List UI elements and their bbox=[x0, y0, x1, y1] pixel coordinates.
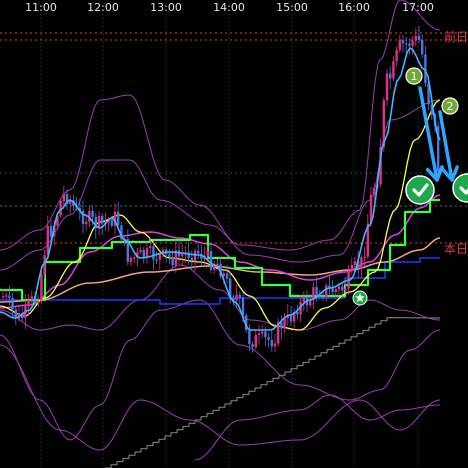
check-marker-icon bbox=[405, 175, 435, 205]
marker-label-2: 2 bbox=[447, 100, 454, 113]
candle bbox=[62, 193, 65, 202]
candle bbox=[401, 40, 405, 44]
candle bbox=[101, 216, 104, 224]
x-tick-label: 13:00 bbox=[150, 1, 182, 14]
candle bbox=[350, 265, 353, 272]
bollinger-band bbox=[0, 299, 441, 441]
candle bbox=[405, 43, 408, 45]
marker-label-1: 1 bbox=[411, 70, 418, 83]
candle bbox=[363, 256, 366, 258]
candle bbox=[337, 286, 341, 290]
candle bbox=[85, 221, 88, 224]
candle bbox=[334, 289, 337, 293]
candle bbox=[142, 249, 145, 258]
candle bbox=[344, 288, 347, 291]
candle bbox=[197, 250, 200, 254]
candle bbox=[414, 35, 417, 41]
candle bbox=[27, 300, 30, 305]
candle bbox=[110, 220, 113, 226]
candle bbox=[421, 40, 424, 55]
today-label: 本日 bbox=[443, 242, 468, 256]
candle bbox=[37, 301, 40, 304]
candle bbox=[257, 333, 261, 336]
candle bbox=[261, 331, 264, 334]
candle bbox=[395, 49, 398, 62]
candle bbox=[117, 211, 120, 226]
x-tick-label: 15:00 bbox=[276, 1, 308, 14]
candle bbox=[11, 297, 14, 310]
candle bbox=[5, 295, 8, 297]
candle bbox=[321, 296, 325, 298]
candle bbox=[385, 73, 389, 101]
candle bbox=[158, 253, 161, 260]
x-tick-label: 17:00 bbox=[402, 1, 434, 14]
candle bbox=[238, 294, 241, 298]
candle bbox=[408, 43, 411, 46]
candle bbox=[91, 210, 94, 217]
candle bbox=[49, 226, 53, 237]
candle bbox=[373, 187, 376, 195]
prev-day-label: 前日 bbox=[443, 30, 468, 44]
candle bbox=[129, 257, 133, 262]
candle bbox=[139, 249, 142, 253]
x-tick-label: 14:00 bbox=[213, 1, 245, 14]
candle bbox=[325, 285, 328, 297]
candle bbox=[417, 35, 421, 41]
chart-panel: 12 11:00 12:00 13:00 14:00 15:00 16:00 1… bbox=[0, 0, 468, 468]
candle bbox=[283, 318, 286, 329]
candle bbox=[273, 343, 277, 347]
bollinger-band bbox=[0, 344, 441, 451]
candle bbox=[225, 273, 229, 279]
candle bbox=[312, 287, 315, 300]
chart-canvas: 12 bbox=[0, 0, 468, 468]
candle bbox=[328, 285, 331, 288]
candle bbox=[190, 258, 193, 262]
candle bbox=[149, 246, 152, 249]
candle bbox=[264, 331, 267, 338]
candle bbox=[1, 296, 5, 298]
candle bbox=[40, 273, 43, 302]
candle bbox=[168, 254, 171, 257]
candle bbox=[209, 251, 213, 270]
x-tick-label: 11:00 bbox=[25, 1, 57, 14]
candle bbox=[216, 263, 219, 266]
candle bbox=[302, 296, 305, 303]
bollinger-band bbox=[194, 394, 441, 461]
candle bbox=[206, 251, 209, 256]
candle bbox=[398, 40, 401, 50]
candle bbox=[248, 330, 251, 345]
x-tick-label: 16:00 bbox=[338, 1, 370, 14]
candle bbox=[171, 256, 174, 266]
candle bbox=[46, 226, 49, 256]
candle bbox=[315, 287, 318, 296]
candle bbox=[341, 286, 344, 291]
candle bbox=[254, 335, 257, 348]
candle bbox=[133, 257, 136, 259]
candle bbox=[152, 246, 155, 260]
candle bbox=[360, 257, 363, 269]
candle bbox=[411, 40, 414, 46]
candle bbox=[392, 61, 395, 79]
candle bbox=[30, 296, 33, 301]
x-tick-label: 12:00 bbox=[87, 1, 119, 14]
candle bbox=[280, 322, 283, 329]
candle bbox=[353, 261, 357, 266]
candle bbox=[181, 254, 184, 257]
candle bbox=[155, 259, 158, 261]
candle bbox=[235, 294, 238, 301]
candle bbox=[193, 250, 197, 262]
candle bbox=[267, 337, 270, 340]
candle bbox=[251, 344, 254, 348]
candle bbox=[270, 339, 273, 347]
candle bbox=[8, 295, 11, 298]
candle bbox=[389, 73, 392, 79]
